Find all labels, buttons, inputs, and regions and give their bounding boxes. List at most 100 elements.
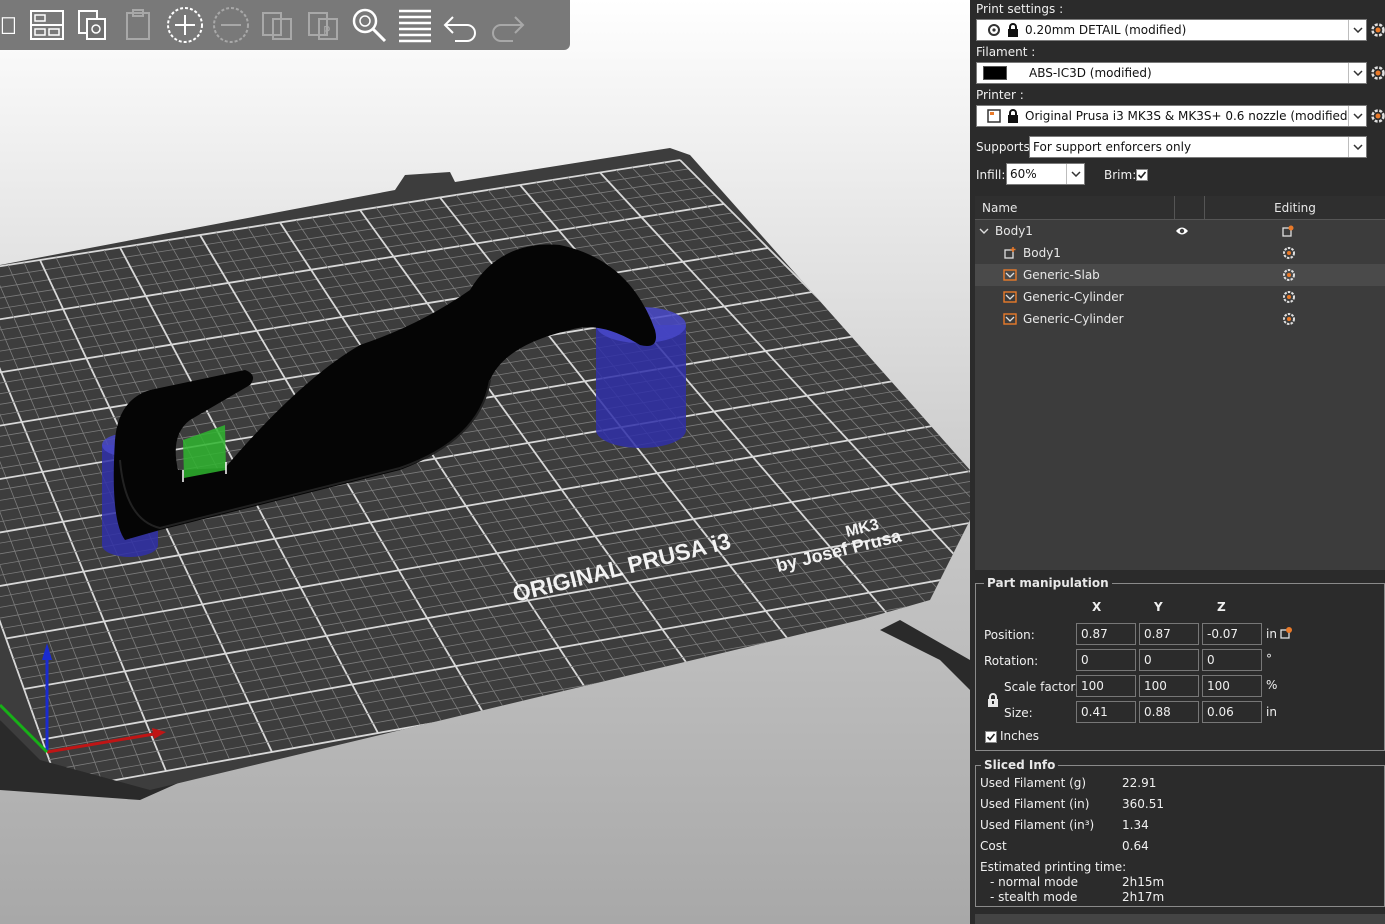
support-enforcer-icon xyxy=(1003,291,1017,303)
filament-label: Filament : xyxy=(976,45,1036,59)
sliced-info-value: 22.91 xyxy=(1122,776,1157,790)
lock-icon[interactable] xyxy=(985,692,1001,708)
part-manipulation-title: Part manipulation xyxy=(984,576,1112,590)
normal-mode-label: - normal mode xyxy=(990,875,1079,889)
3d-scene[interactable]: ORIGINAL PRUSA i3 MK3 by Josef Prusa xyxy=(0,0,970,924)
object-settings-icon[interactable] xyxy=(1281,224,1295,238)
redo-button[interactable] xyxy=(484,2,530,48)
printer-value: Original Prusa i3 MK3S & MK3S+ 0.6 nozzl… xyxy=(1025,109,1348,123)
add-instance-button[interactable] xyxy=(162,2,208,48)
rotation-x-field[interactable]: 0 xyxy=(1076,649,1136,671)
filament-combo[interactable]: ABS-IC3D (modified) xyxy=(976,62,1367,84)
printer-icon xyxy=(987,109,1001,123)
scale-y-field[interactable]: 100 xyxy=(1139,675,1199,697)
object-list-row[interactable]: Generic-Cylinder xyxy=(975,308,1385,330)
chevron-down-icon[interactable] xyxy=(979,226,989,236)
print-settings-value: 0.20mm DETAIL (modified) xyxy=(1025,23,1187,37)
search-button[interactable] xyxy=(346,2,392,48)
printer-label: Printer : xyxy=(976,88,1024,102)
object-name: Body1 xyxy=(1023,246,1061,260)
brim-checkbox[interactable] xyxy=(1136,169,1148,181)
split-parts-button[interactable]: P xyxy=(300,2,346,48)
stealth-mode-label: - stealth mode xyxy=(990,890,1078,904)
remove-instance-button[interactable] xyxy=(208,2,254,48)
sliced-info-value: 1.34 xyxy=(1122,818,1149,832)
settings-cog-icon[interactable] xyxy=(1282,268,1296,282)
split-objects-button[interactable] xyxy=(254,2,300,48)
filament-color-swatch xyxy=(983,66,1007,80)
column-header-name[interactable]: Name xyxy=(975,196,1175,219)
object-list-row[interactable]: Generic-Slab xyxy=(975,264,1385,286)
top-toolbar: P xyxy=(0,0,570,50)
edit-printer-icon[interactable] xyxy=(1370,108,1385,124)
object-list-row[interactable]: Body1 xyxy=(975,242,1385,264)
chevron-down-icon[interactable] xyxy=(1066,164,1084,184)
copy-button[interactable] xyxy=(70,2,116,48)
size-y-field[interactable]: 0.88 xyxy=(1139,701,1199,723)
supports-label: Supports: xyxy=(976,140,1034,154)
column-header-editing[interactable]: Editing xyxy=(1205,196,1385,219)
settings-cog-icon[interactable] xyxy=(1282,312,1296,326)
undo-button[interactable] xyxy=(438,2,484,48)
inches-checkbox[interactable] xyxy=(985,731,997,743)
split-objects-icon xyxy=(262,12,292,40)
svg-text:P: P xyxy=(323,24,330,38)
infill-combo[interactable]: 60% xyxy=(1006,163,1085,185)
bottom-button-strip[interactable] xyxy=(975,914,1385,924)
layers-editing-button[interactable] xyxy=(392,2,438,48)
position-label: Position: xyxy=(984,628,1035,642)
scale-x-field[interactable]: 100 xyxy=(1076,675,1136,697)
part-icon xyxy=(1004,247,1016,259)
edit-filament-icon[interactable] xyxy=(1370,65,1385,81)
chevron-down-icon[interactable] xyxy=(1348,106,1366,126)
column-header-visibility[interactable] xyxy=(1175,196,1205,219)
drop-to-bed-icon[interactable] xyxy=(1279,626,1293,640)
print-settings-combo[interactable]: 0.20mm DETAIL (modified) xyxy=(976,19,1367,41)
printer-combo[interactable]: Original Prusa i3 MK3S & MK3S+ 0.6 nozzl… xyxy=(976,105,1367,127)
position-unit: in xyxy=(1266,627,1277,641)
rotation-y-field[interactable]: 0 xyxy=(1139,649,1199,671)
3d-viewport[interactable]: ORIGINAL PRUSA i3 MK3 by Josef Prusa P xyxy=(0,0,970,924)
sliced-info-label: Cost xyxy=(980,839,1007,853)
paste-button[interactable] xyxy=(116,2,162,48)
redo-icon xyxy=(492,16,525,42)
position-x-field[interactable]: 0.87 xyxy=(1076,623,1136,645)
supports-value: For support enforcers only xyxy=(1033,140,1192,154)
supports-combo[interactable]: For support enforcers only xyxy=(1029,136,1367,158)
size-z-field[interactable]: 0.06 xyxy=(1202,701,1262,723)
sliced-info-value: 360.51 xyxy=(1122,797,1164,811)
rotation-label: Rotation: xyxy=(984,654,1039,668)
lock-icon xyxy=(1008,109,1018,123)
object-list-row[interactable]: Body1 xyxy=(975,220,1385,242)
position-z-field[interactable]: -0.07 xyxy=(1202,623,1262,645)
delete-all-button[interactable] xyxy=(0,2,24,48)
settings-cog-icon[interactable] xyxy=(1282,290,1296,304)
sliced-info-label: Used Filament (in) xyxy=(980,797,1090,811)
object-list[interactable]: Name Editing Body1 Body1 Generic-Slab Gener… xyxy=(975,196,1385,570)
arrange-button[interactable] xyxy=(24,2,70,48)
axis-z-header: Z xyxy=(1217,600,1226,614)
support-enforcer-icon xyxy=(1003,313,1017,325)
settings-cog-icon xyxy=(988,24,1000,36)
chevron-down-icon[interactable] xyxy=(1348,137,1366,157)
copy-icon xyxy=(78,10,106,40)
settings-cog-icon[interactable] xyxy=(1282,246,1296,260)
scale-factors-label: Scale factors: xyxy=(1004,680,1086,694)
position-y-field[interactable]: 0.87 xyxy=(1139,623,1199,645)
edit-preset-icon[interactable] xyxy=(1370,22,1385,38)
chevron-down-icon[interactable] xyxy=(1348,20,1366,40)
chevron-down-icon[interactable] xyxy=(1348,63,1366,83)
object-name: Generic-Slab xyxy=(1023,268,1100,282)
undo-icon xyxy=(443,16,476,42)
rotation-z-field[interactable]: 0 xyxy=(1202,649,1262,671)
scale-z-field[interactable]: 100 xyxy=(1202,675,1262,697)
sliced-info-label: Used Filament (g) xyxy=(980,776,1087,790)
split-parts-icon: P xyxy=(308,12,338,40)
size-unit: in xyxy=(1266,705,1277,719)
object-list-row[interactable]: Generic-Cylinder xyxy=(975,286,1385,308)
eye-icon[interactable] xyxy=(1175,226,1189,236)
filament-value: ABS-IC3D (modified) xyxy=(1029,66,1152,80)
size-x-field[interactable]: 0.41 xyxy=(1076,701,1136,723)
object-list-header: Name Editing xyxy=(975,196,1385,220)
print-settings-label: Print settings : xyxy=(976,2,1064,16)
